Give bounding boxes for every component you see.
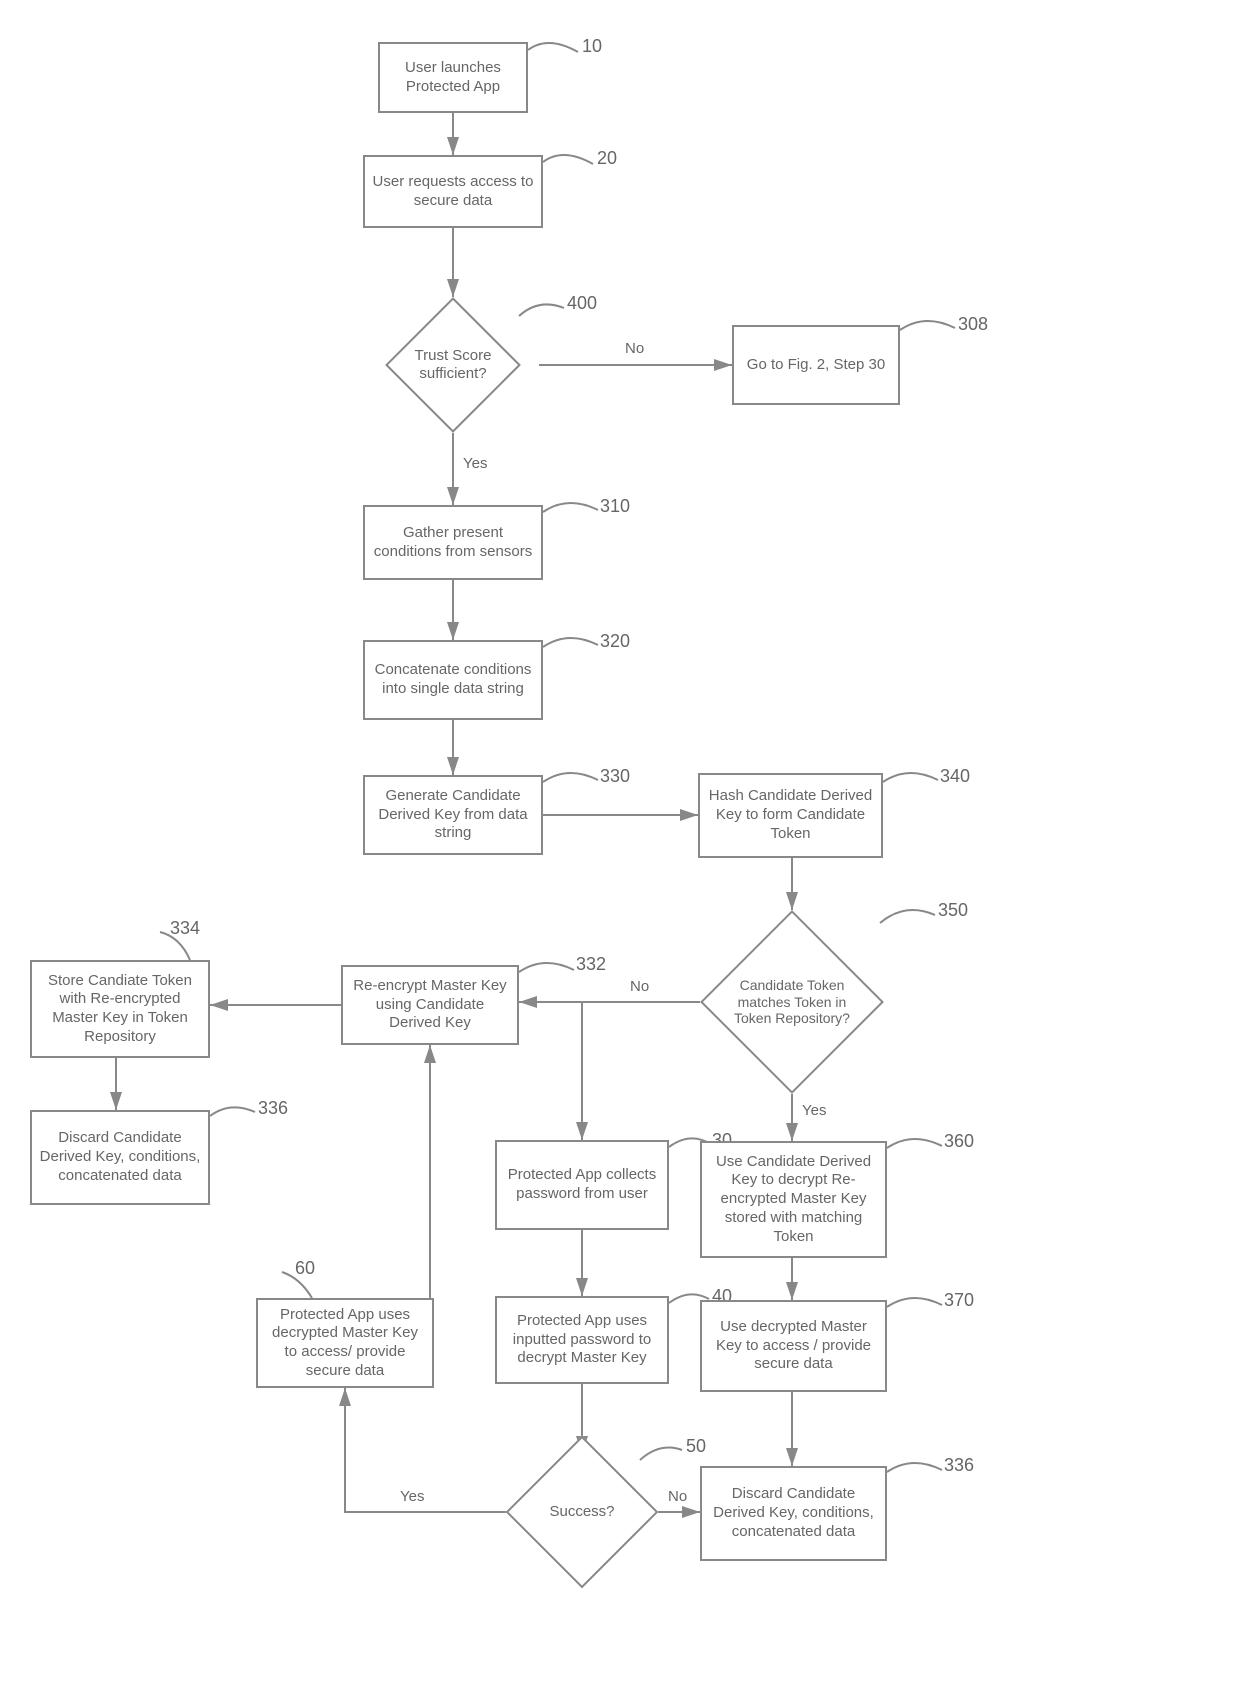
node-number: 332 xyxy=(576,954,606,975)
node-label: Discard Candidate Derived Key, condition… xyxy=(38,1129,202,1185)
node-number: 400 xyxy=(567,293,597,314)
node-label: Store Candiate Token with Re-encrypted M… xyxy=(38,972,202,1047)
decision-trust-score: Trust Score sufficient? xyxy=(385,297,521,433)
edge-label-yes: Yes xyxy=(463,455,487,472)
node-label: Concatenate conditions into single data … xyxy=(371,661,535,699)
process-concatenate: Concatenate conditions into single data … xyxy=(363,640,543,720)
node-label: Gather present conditions from sensors xyxy=(371,524,535,562)
node-number: 336 xyxy=(258,1098,288,1119)
edge-label-yes: Yes xyxy=(400,1488,424,1505)
process-launch-app: User launches Protected App xyxy=(378,42,528,113)
edge-label-no: No xyxy=(625,340,644,357)
node-number: 370 xyxy=(944,1290,974,1311)
node-label: Go to Fig. 2, Step 30 xyxy=(747,356,885,375)
node-number: 50 xyxy=(686,1436,706,1457)
process-store-token: Store Candiate Token with Re-encrypted M… xyxy=(30,960,210,1058)
node-label: Generate Candidate Derived Key from data… xyxy=(371,787,535,843)
edge-label-yes: Yes xyxy=(802,1102,826,1119)
node-label: Success? xyxy=(549,1503,614,1521)
node-number: 360 xyxy=(944,1131,974,1152)
process-discard-left: Discard Candidate Derived Key, condition… xyxy=(30,1110,210,1205)
node-label: Re-encrypt Master Key using Candidate De… xyxy=(349,977,511,1033)
process-decrypt-with-password: Protected App uses inputted password to … xyxy=(495,1296,669,1384)
flowchart-canvas: User launches Protected App 10 User requ… xyxy=(0,0,1240,1690)
process-collect-password: Protected App collects password from use… xyxy=(495,1140,669,1230)
node-number: 10 xyxy=(582,36,602,57)
process-gather-conditions: Gather present conditions from sensors xyxy=(363,505,543,580)
node-label: Trust Score sufficient? xyxy=(411,347,495,383)
node-label: User requests access to secure data xyxy=(371,173,535,211)
node-number: 340 xyxy=(940,766,970,787)
node-number: 60 xyxy=(295,1258,315,1279)
process-use-master-key: Protected App uses decrypted Master Key … xyxy=(256,1298,434,1388)
node-number: 336 xyxy=(944,1455,974,1476)
node-number: 334 xyxy=(170,918,200,939)
process-discard-right: Discard Candidate Derived Key, condition… xyxy=(700,1466,887,1561)
process-reencrypt-master-key: Re-encrypt Master Key using Candidate De… xyxy=(341,965,519,1045)
node-number: 20 xyxy=(597,148,617,169)
process-access-secure-data: Use decrypted Master Key to access / pro… xyxy=(700,1300,887,1392)
decision-success: Success? xyxy=(506,1436,659,1589)
node-label: Protected App uses inputted password to … xyxy=(503,1312,661,1368)
edge-label-no: No xyxy=(668,1488,687,1505)
node-label: Use Candidate Derived Key to decrypt Re-… xyxy=(708,1153,879,1247)
node-label: Candidate Token matches Token in Token R… xyxy=(733,977,851,1027)
node-label: Protected App collects password from use… xyxy=(503,1166,661,1204)
process-generate-cdk: Generate Candidate Derived Key from data… xyxy=(363,775,543,855)
node-label: Discard Candidate Derived Key, condition… xyxy=(708,1485,879,1541)
process-request-access: User requests access to secure data xyxy=(363,155,543,228)
process-goto-fig2: Go to Fig. 2, Step 30 xyxy=(732,325,900,405)
node-number: 310 xyxy=(600,496,630,517)
process-decrypt-remk: Use Candidate Derived Key to decrypt Re-… xyxy=(700,1141,887,1258)
node-label: Use decrypted Master Key to access / pro… xyxy=(708,1318,879,1374)
connectors xyxy=(0,0,1240,1690)
node-number: 320 xyxy=(600,631,630,652)
node-label: User launches Protected App xyxy=(386,59,520,97)
node-number: 308 xyxy=(958,314,988,335)
process-hash-cdk: Hash Candidate Derived Key to form Candi… xyxy=(698,773,883,858)
node-label: Hash Candidate Derived Key to form Candi… xyxy=(706,787,875,843)
node-number: 350 xyxy=(938,900,968,921)
node-number: 330 xyxy=(600,766,630,787)
node-label: Protected App uses decrypted Master Key … xyxy=(264,1306,426,1381)
decision-token-match: Candidate Token matches Token in Token R… xyxy=(700,910,884,1094)
edge-label-no: No xyxy=(630,978,649,995)
